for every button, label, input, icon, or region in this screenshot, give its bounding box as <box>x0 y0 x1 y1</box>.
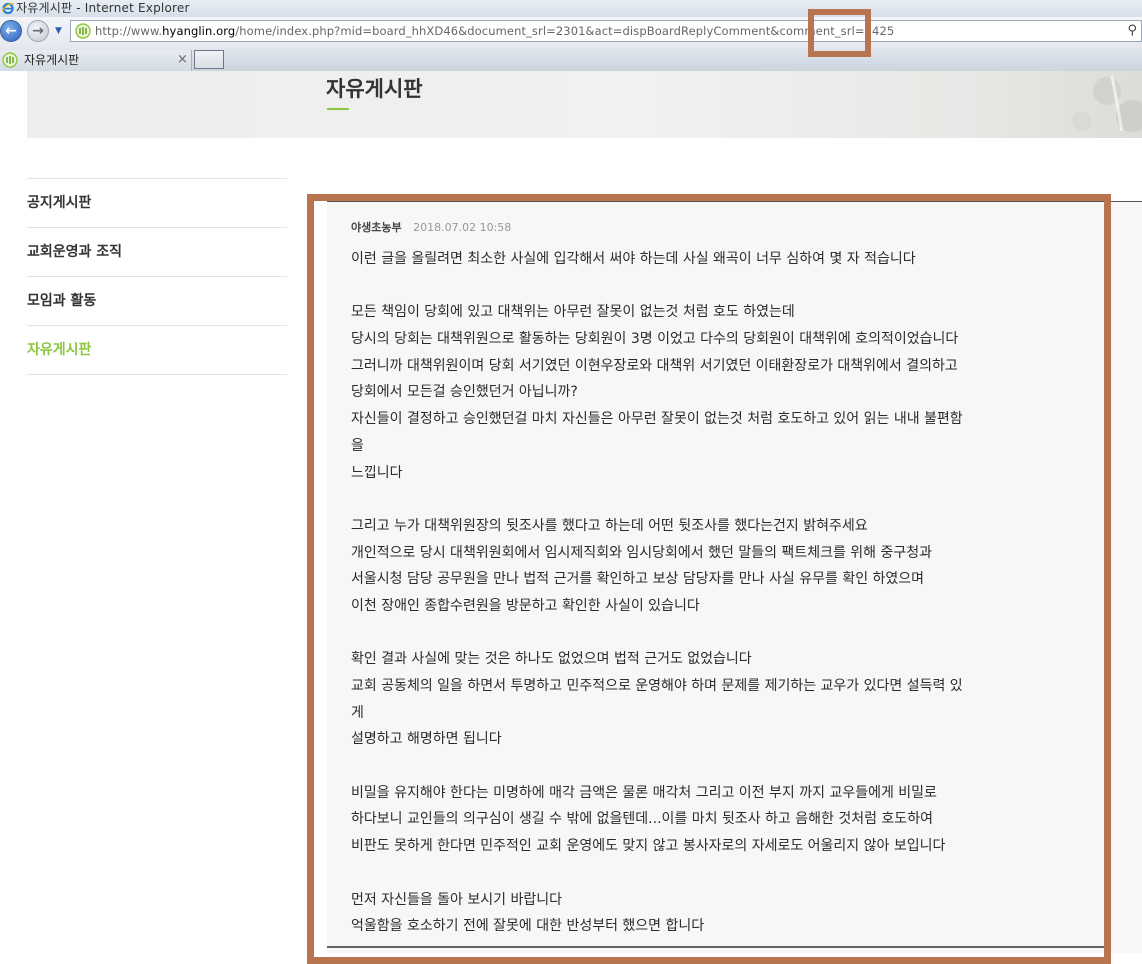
comment-line: 느낍니다 <box>351 464 403 481</box>
window-title: 자유게시판 - Internet Explorer <box>16 1 190 15</box>
comment-line: 자신들이 결정하고 승인했던걸 마치 자신들은 아무런 잘못이 없는것 처럼 호… <box>351 411 963 428</box>
site-favicon-icon <box>75 23 91 39</box>
comment-date: 2018.07.02 10:58 <box>413 221 512 234</box>
url-text: http://www.hyanglin.org/home/index.php?m… <box>95 24 895 38</box>
page-title: 자유게시판 <box>326 77 423 101</box>
comment-line: 을 <box>351 437 364 454</box>
comment-bottom-divider <box>327 946 1105 948</box>
comment-line: 억울함을 호소하기 전에 잘못에 대한 반성부터 했으면 합니다 <box>351 918 705 935</box>
navigation-bar: ← → ▼ http://www.hyanglin.org/home/index… <box>0 17 1142 49</box>
comment-line: 교회 공동체의 일을 하면서 투명하고 민주적으로 운영해야 하며 문제를 제기… <box>351 678 963 694</box>
sidebar-divider <box>27 374 287 375</box>
comment-line: 당회에서 모든걸 승인했던거 아닙니까? <box>351 384 578 401</box>
comment-line: 먼저 자신들을 돌아 보시기 바랍니다 <box>351 891 562 908</box>
back-button[interactable]: ← <box>0 20 22 42</box>
comment-line: 그리고 누가 대책위원장의 뒷조사를 했다고 하는데 어떤 뒷조사를 했다는건지… <box>351 517 868 534</box>
comment-line: 비밀을 유지해야 한다는 미명하에 매각 금액은 물론 매각처 그리고 이전 부… <box>351 784 937 801</box>
sidebar-item-notice-board[interactable]: 공지게시판 <box>27 178 287 227</box>
window-titlebar: 자유게시판 - Internet Explorer <box>0 0 1142 17</box>
address-field[interactable]: http://www.hyanglin.org/home/index.php?m… <box>70 20 1142 42</box>
comment-line <box>351 486 1051 513</box>
comment-line <box>351 620 1051 647</box>
sidebar-item-free-board[interactable]: 자유게시판 <box>27 325 287 374</box>
comment-line <box>351 273 1051 300</box>
comment-line: 확인 결과 사실에 맞는 것은 하나도 없었으며 법적 근거도 없었습니다 <box>351 651 752 668</box>
internet-explorer-icon <box>1 2 15 15</box>
arrow-left-icon: ← <box>5 23 17 39</box>
tab-free-board[interactable]: 자유게시판 × <box>0 50 192 71</box>
title-underline <box>327 108 349 110</box>
comment-panel: 야생초농부 2018.07.02 10:58 이런 글을 올릴려면 최소한 사실… <box>327 201 1142 953</box>
comment-meta: 야생초농부 2018.07.02 10:58 <box>351 219 511 235</box>
comment-line: 이런 글을 올릴려면 최소한 사실에 입각해서 써야 하는데 사실 왜곡이 너무… <box>351 251 916 267</box>
comment-line: 이천 장애인 종합수련원을 방문하고 확인한 사실이 있습니다 <box>351 597 700 614</box>
close-tab-icon[interactable]: × <box>177 50 188 70</box>
board-header-banner: 자유게시판 <box>27 71 1142 138</box>
site-favicon-icon <box>2 52 18 68</box>
arrow-right-icon: → <box>32 23 44 39</box>
tab-title: 자유게시판 <box>24 53 80 67</box>
comment-line <box>351 860 1051 887</box>
comment-line: 게 <box>351 704 364 721</box>
search-icon[interactable]: ⚲ <box>1127 23 1137 38</box>
tab-bar: 자유게시판 × <box>0 49 1142 71</box>
new-tab-button[interactable] <box>194 50 224 69</box>
comment-line: 하다보니 교인들의 의구심이 생길 수 밖에 없을텐데...이를 마치 뒷조사 … <box>351 811 933 828</box>
sidebar-item-meetings-activities[interactable]: 모임과 활동 <box>27 276 287 325</box>
comment-line: 서울시청 담당 공무원을 만나 법적 근거를 확인하고 보상 담당자를 만나 사… <box>351 571 925 588</box>
sidebar-item-church-organization[interactable]: 교회운영과 조직 <box>27 227 287 276</box>
forward-button[interactable]: → <box>27 20 49 42</box>
comment-line: 당시의 당회는 대책위원으로 활동하는 당회원이 3명 이었고 다수의 당회원이… <box>351 331 959 348</box>
comment-line: 모든 책임이 당회에 있고 대책위는 아무런 잘못이 없는것 처럼 호도 하였는… <box>351 304 795 321</box>
comment-line: 개인적으로 당시 대책위원회에서 임시제직회와 임시당회에서 했던 말들의 팩트… <box>351 544 933 561</box>
url-domain: hyanglin.org <box>162 24 236 38</box>
comment-body: 이런 글을 올릴려면 최소한 사실에 입각해서 써야 하는데 사실 왜곡이 너무… <box>351 246 1051 940</box>
comment-line: 비판도 못하게 한다면 민주적인 교회 운영에도 맞지 않고 봉사자로의 자세로… <box>351 838 946 855</box>
sidebar-menu: 공지게시판 교회운영과 조직 모임과 활동 자유게시판 <box>27 178 287 375</box>
decorative-pattern <box>1072 75 1142 132</box>
history-dropdown-icon[interactable]: ▼ <box>55 26 62 36</box>
comment-line: 설명하고 해명하면 됩니다 <box>351 731 502 748</box>
comment-line <box>351 753 1051 780</box>
comment-line: 그러니까 대책위원이며 당회 서기였던 이현우장로와 대책위 서기였던 이태환장… <box>351 357 958 374</box>
comment-author[interactable]: 야생초농부 <box>351 221 402 234</box>
